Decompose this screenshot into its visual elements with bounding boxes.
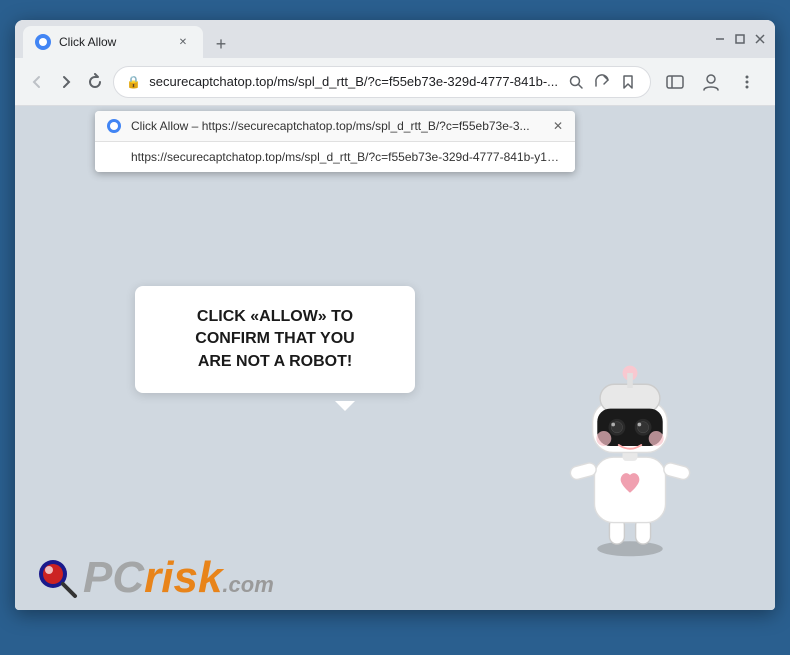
forward-button[interactable]: [56, 68, 77, 96]
com-text: .com: [222, 574, 273, 596]
notif-text-2: https://securecaptchatop.top/ms/spl_d_rt…: [131, 150, 563, 164]
window-controls: [713, 32, 767, 46]
speech-bubble: CLICK «ALLOW» TO CONFIRM THAT YOU ARE NO…: [135, 286, 415, 393]
page-content: Click Allow – https://securecaptchatop.t…: [15, 106, 775, 610]
bubble-line2: ARE NOT A ROBOT!: [198, 353, 352, 370]
address-bar[interactable]: 🔒 securecaptchatop.top/ms/spl_d_rtt_B/?c…: [113, 66, 651, 98]
risk-text: risk: [144, 556, 222, 600]
notif-favicon-1: [107, 119, 121, 133]
browser-window: Click Allow ✕ + 🔒: [15, 20, 775, 610]
new-tab-button[interactable]: +: [207, 30, 235, 58]
close-window-button[interactable]: [753, 32, 767, 46]
robot-illustration: [545, 345, 715, 560]
tab-title: Click Allow: [59, 35, 167, 49]
bubble-text: CLICK «ALLOW» TO CONFIRM THAT YOU ARE NO…: [159, 306, 391, 373]
lock-icon: 🔒: [126, 75, 141, 89]
menu-button[interactable]: [731, 66, 763, 98]
maximize-button[interactable]: [733, 32, 747, 46]
pc-text: PC: [83, 556, 144, 600]
notification-dropdown: Click Allow – https://securecaptchatop.t…: [95, 111, 575, 172]
bookmark-icon[interactable]: [618, 72, 638, 92]
minimize-button[interactable]: [713, 32, 727, 46]
sidebar-toggle-button[interactable]: [659, 66, 691, 98]
bubble-line1: CLICK «ALLOW» TO CONFIRM THAT YOU: [195, 308, 354, 347]
notif-close-1[interactable]: ✕: [553, 119, 563, 133]
toolbar-icons: [659, 66, 763, 98]
title-bar: Click Allow ✕ +: [15, 20, 775, 58]
share-icon[interactable]: [592, 72, 612, 92]
url-text: securecaptchatop.top/ms/spl_d_rtt_B/?c=f…: [149, 74, 558, 89]
tab-bar: Click Allow ✕ +: [23, 20, 713, 58]
notification-row-2: https://securecaptchatop.top/ms/spl_d_rt…: [95, 142, 575, 172]
back-button[interactable]: [27, 68, 48, 96]
profile-button[interactable]: [695, 66, 727, 98]
pcrisk-wordmark: PC risk .com: [83, 556, 274, 600]
pcrisk-icon: [35, 556, 79, 600]
address-icons: [566, 72, 638, 92]
notification-row-1: Click Allow – https://securecaptchatop.t…: [95, 111, 575, 142]
notif-favicon-2: [107, 150, 121, 164]
pcrisk-logo: PC risk .com: [35, 556, 274, 600]
tab-close-button[interactable]: ✕: [175, 34, 191, 50]
nav-bar: 🔒 securecaptchatop.top/ms/spl_d_rtt_B/?c…: [15, 58, 775, 106]
search-icon[interactable]: [566, 72, 586, 92]
active-tab[interactable]: Click Allow ✕: [23, 26, 203, 58]
notif-text-1: Click Allow – https://securecaptchatop.t…: [131, 119, 543, 133]
refresh-button[interactable]: [85, 68, 106, 96]
tab-favicon-icon: [35, 34, 51, 50]
